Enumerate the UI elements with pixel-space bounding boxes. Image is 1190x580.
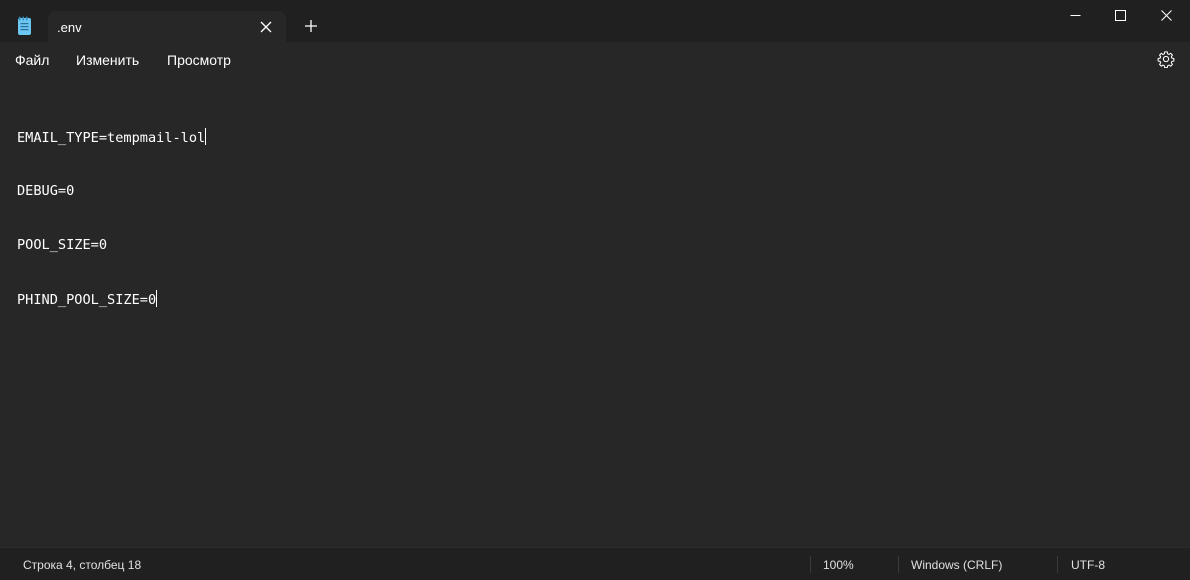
status-divider xyxy=(1057,556,1058,573)
menu-file[interactable]: Файл xyxy=(15,52,49,68)
plus-icon[interactable] xyxy=(303,18,319,34)
encoding[interactable]: UTF-8 xyxy=(1071,558,1105,572)
text-caret xyxy=(205,128,207,145)
status-divider xyxy=(898,556,899,573)
status-divider xyxy=(810,556,811,573)
editor-line-text: PHIND_POOL_SIZE=0 xyxy=(17,292,157,308)
close-window-button[interactable] xyxy=(1143,0,1189,32)
minimize-button[interactable] xyxy=(1052,0,1098,32)
editor-line-text: DEBUG=0 xyxy=(17,183,75,199)
line-ending[interactable]: Windows (CRLF) xyxy=(911,558,1002,572)
zoom-level[interactable]: 100% xyxy=(823,558,854,572)
editor-line: DEBUG=0 xyxy=(17,182,206,200)
maximize-button[interactable] xyxy=(1097,0,1143,32)
menu-edit[interactable]: Изменить xyxy=(76,52,139,68)
editor-line: EMAIL_TYPE=tempmail-lol xyxy=(17,128,207,146)
editor-line-text: EMAIL_TYPE=tempmail-lol xyxy=(17,130,206,146)
status-bar: Строка 4, столбец 18 100% Windows (CRLF)… xyxy=(0,547,1190,580)
close-icon[interactable] xyxy=(258,19,274,35)
gear-icon[interactable] xyxy=(1157,50,1175,69)
editor-content: EMAIL_TYPE=tempmail-lol DEBUG=0 POOL_SIZ… xyxy=(17,92,207,344)
text-caret xyxy=(156,290,158,307)
notepad-icon xyxy=(17,16,33,36)
title-bar: .env xyxy=(0,0,1190,43)
cursor-position: Строка 4, столбец 18 xyxy=(23,558,142,572)
editor-line-text: POOL_SIZE=0 xyxy=(17,237,108,253)
text-editor[interactable]: EMAIL_TYPE=tempmail-lol DEBUG=0 POOL_SIZ… xyxy=(0,76,1190,547)
minimize-icon xyxy=(1070,15,1081,16)
maximize-icon xyxy=(1115,10,1126,21)
menu-view[interactable]: Просмотр xyxy=(167,52,231,68)
editor-line: POOL_SIZE=0 xyxy=(17,236,206,254)
close-icon xyxy=(1161,10,1172,21)
editor-line: PHIND_POOL_SIZE=0 xyxy=(17,290,206,308)
tab-title: .env xyxy=(57,20,82,35)
tab-env[interactable]: .env xyxy=(48,11,286,43)
menu-bar: Файл Изменить Просмотр xyxy=(0,42,1190,76)
